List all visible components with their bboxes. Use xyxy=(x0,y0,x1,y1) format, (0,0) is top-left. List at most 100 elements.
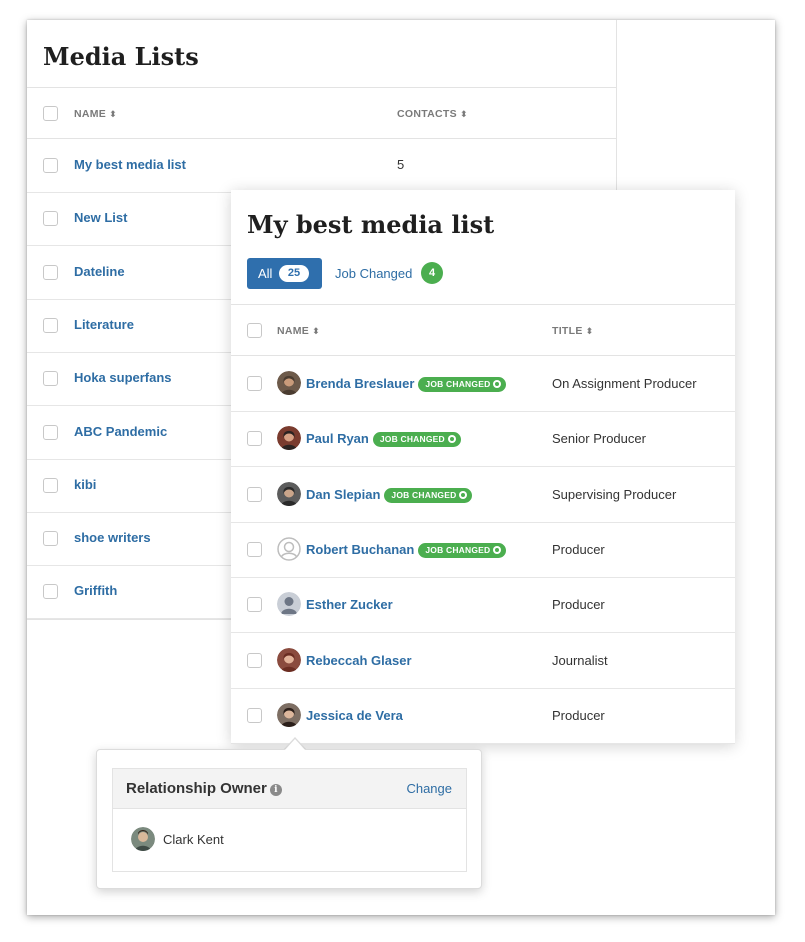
job-changed-badge-label: JOB CHANGED xyxy=(391,489,457,500)
row-checkbox[interactable] xyxy=(43,477,58,493)
contacts-header: NAME ⬍ TITLE ⬍ xyxy=(231,304,735,356)
placeholder-avatar-icon xyxy=(277,537,301,561)
job-changed-badge[interactable]: JOB CHANGED xyxy=(384,487,473,503)
row-checkbox[interactable] xyxy=(247,597,262,613)
job-changed-badge-label: JOB CHANGED xyxy=(379,434,445,445)
job-changed-badge[interactable]: JOB CHANGED xyxy=(418,542,507,558)
table-row[interactable]: Brenda Breslauer JOB CHANGED On Assignment… xyxy=(231,357,735,412)
avatar xyxy=(131,827,155,851)
row-checkbox[interactable] xyxy=(43,531,58,547)
sort-icon: ⬍ xyxy=(109,109,117,119)
owner-name: Clark Kent xyxy=(163,832,224,847)
table-row[interactable]: Robert Buchanan JOB CHANGED Producer xyxy=(231,523,735,578)
avatar xyxy=(277,481,301,506)
row-checkbox[interactable] xyxy=(43,424,58,440)
relationship-owner-popover: Relationship Owner i Change Clark Kent xyxy=(96,749,482,889)
media-list-link[interactable]: kibi xyxy=(74,477,96,492)
table-row[interactable]: My best media list 5 xyxy=(27,140,617,193)
row-checkbox[interactable] xyxy=(247,707,262,723)
select-all-contacts-checkbox[interactable] xyxy=(247,323,262,338)
table-row[interactable]: Paul Ryan JOB CHANGED Senior Producer xyxy=(231,412,735,468)
media-list-link[interactable]: Hoka superfans xyxy=(74,370,172,385)
info-icon[interactable]: i xyxy=(269,784,282,796)
close-circle-icon xyxy=(493,545,502,554)
row-checkbox[interactable] xyxy=(247,541,262,557)
contact-name-link[interactable]: Brenda Breslauer xyxy=(306,376,414,391)
contact-title: On Assignment Producer xyxy=(552,376,697,391)
contact-title: Producer xyxy=(552,597,605,613)
column-header-title[interactable]: TITLE ⬍ xyxy=(552,325,594,337)
media-list-link[interactable]: Dateline xyxy=(74,264,125,279)
placeholder-avatar-icon xyxy=(277,592,301,617)
column-header-label: NAME xyxy=(74,108,107,120)
change-owner-link[interactable]: Change xyxy=(406,781,452,796)
contact-photo-avatar-icon xyxy=(277,371,301,395)
media-list-link[interactable]: shoe writers xyxy=(74,530,151,545)
row-checkbox[interactable] xyxy=(43,584,58,600)
media-list-link[interactable]: My best media list xyxy=(74,157,186,172)
job-changed-badge[interactable]: JOB CHANGED xyxy=(372,432,461,448)
sort-icon: ⬍ xyxy=(312,326,320,336)
row-checkbox[interactable] xyxy=(43,211,58,227)
avatar xyxy=(277,371,301,395)
tab-all[interactable]: All 25 xyxy=(247,258,322,289)
contact-name-cell: Dan Slepian JOB CHANGED xyxy=(306,487,473,503)
table-row[interactable]: Esther Zucker Producer xyxy=(231,578,735,634)
row-checkbox[interactable] xyxy=(247,376,262,391)
avatar xyxy=(277,647,301,672)
media-list-link[interactable]: ABC Pandemic xyxy=(74,424,167,439)
contact-name-cell: Paul Ryan JOB CHANGED xyxy=(306,431,461,448)
contacts-count: 5 xyxy=(397,157,405,172)
contact-name-link[interactable]: Jessica de Vera xyxy=(306,708,403,723)
close-circle-icon xyxy=(459,490,468,499)
column-header-name[interactable]: NAME ⬍ xyxy=(74,108,117,120)
contact-title: Journalist xyxy=(552,652,608,668)
contact-title: Supervising Producer xyxy=(552,486,677,502)
media-list-detail-panel: My best media list All 25 Job Changed 4 … xyxy=(231,190,735,744)
contact-name-link[interactable]: Rebeccah Glaser xyxy=(306,653,412,668)
column-header-name[interactable]: NAME ⬍ xyxy=(277,325,320,337)
contact-photo-avatar-icon xyxy=(277,481,301,506)
contact-photo-avatar-icon xyxy=(277,702,301,727)
job-changed-badge-label: JOB CHANGED xyxy=(425,544,491,555)
row-checkbox[interactable] xyxy=(247,431,262,447)
contact-name-link[interactable]: Dan Slepian xyxy=(306,487,380,502)
select-all-checkbox[interactable] xyxy=(43,106,58,121)
table-row[interactable]: Dan Slepian JOB CHANGED Supervising Produc… xyxy=(231,468,735,523)
column-header-label: TITLE xyxy=(552,325,583,337)
owner-photo-avatar-icon xyxy=(131,827,155,851)
row-checkbox[interactable] xyxy=(247,486,262,502)
contact-title: Producer xyxy=(552,707,605,723)
detail-title: My best media list xyxy=(247,210,495,239)
close-circle-icon xyxy=(447,435,456,444)
table-row[interactable]: Jessica de Vera Producer xyxy=(231,689,735,744)
contact-name-link[interactable]: Paul Ryan xyxy=(306,431,369,446)
contact-photo-avatar-icon xyxy=(277,426,301,451)
contact-title: Producer xyxy=(552,541,605,557)
page-title: Media Lists xyxy=(43,42,199,71)
column-header-label: CONTACTS xyxy=(397,108,457,120)
relationship-owner-header: Relationship Owner i Change xyxy=(113,769,466,809)
row-checkbox[interactable] xyxy=(43,317,58,333)
column-header-contacts[interactable]: CONTACTS ⬍ xyxy=(397,108,468,120)
contact-title: Senior Producer xyxy=(552,431,646,447)
tab-job-changed-count: 4 xyxy=(421,262,443,284)
row-checkbox[interactable] xyxy=(43,264,58,280)
media-list-link[interactable]: Griffith xyxy=(74,583,117,598)
relationship-owner-label: Relationship Owner xyxy=(126,780,267,797)
job-changed-badge-label: JOB CHANGED xyxy=(425,379,491,389)
contact-name-link[interactable]: Esther Zucker xyxy=(306,597,393,612)
table-row[interactable]: Rebeccah Glaser Journalist xyxy=(231,634,735,689)
row-checkbox[interactable] xyxy=(43,158,58,173)
media-list-link[interactable]: Literature xyxy=(74,317,134,332)
tab-all-count: 25 xyxy=(279,265,309,282)
job-changed-badge[interactable]: JOB CHANGED xyxy=(418,377,507,392)
row-checkbox[interactable] xyxy=(43,371,58,387)
avatar xyxy=(277,537,301,561)
popover-arrow-fill xyxy=(284,739,306,751)
media-list-link[interactable]: New List xyxy=(74,210,127,225)
contact-name-link[interactable]: Robert Buchanan xyxy=(306,542,414,557)
contact-name-cell: Rebeccah Glaser xyxy=(306,653,412,668)
contact-name-cell: Brenda Breslauer JOB CHANGED xyxy=(306,376,507,392)
row-checkbox[interactable] xyxy=(247,652,262,668)
